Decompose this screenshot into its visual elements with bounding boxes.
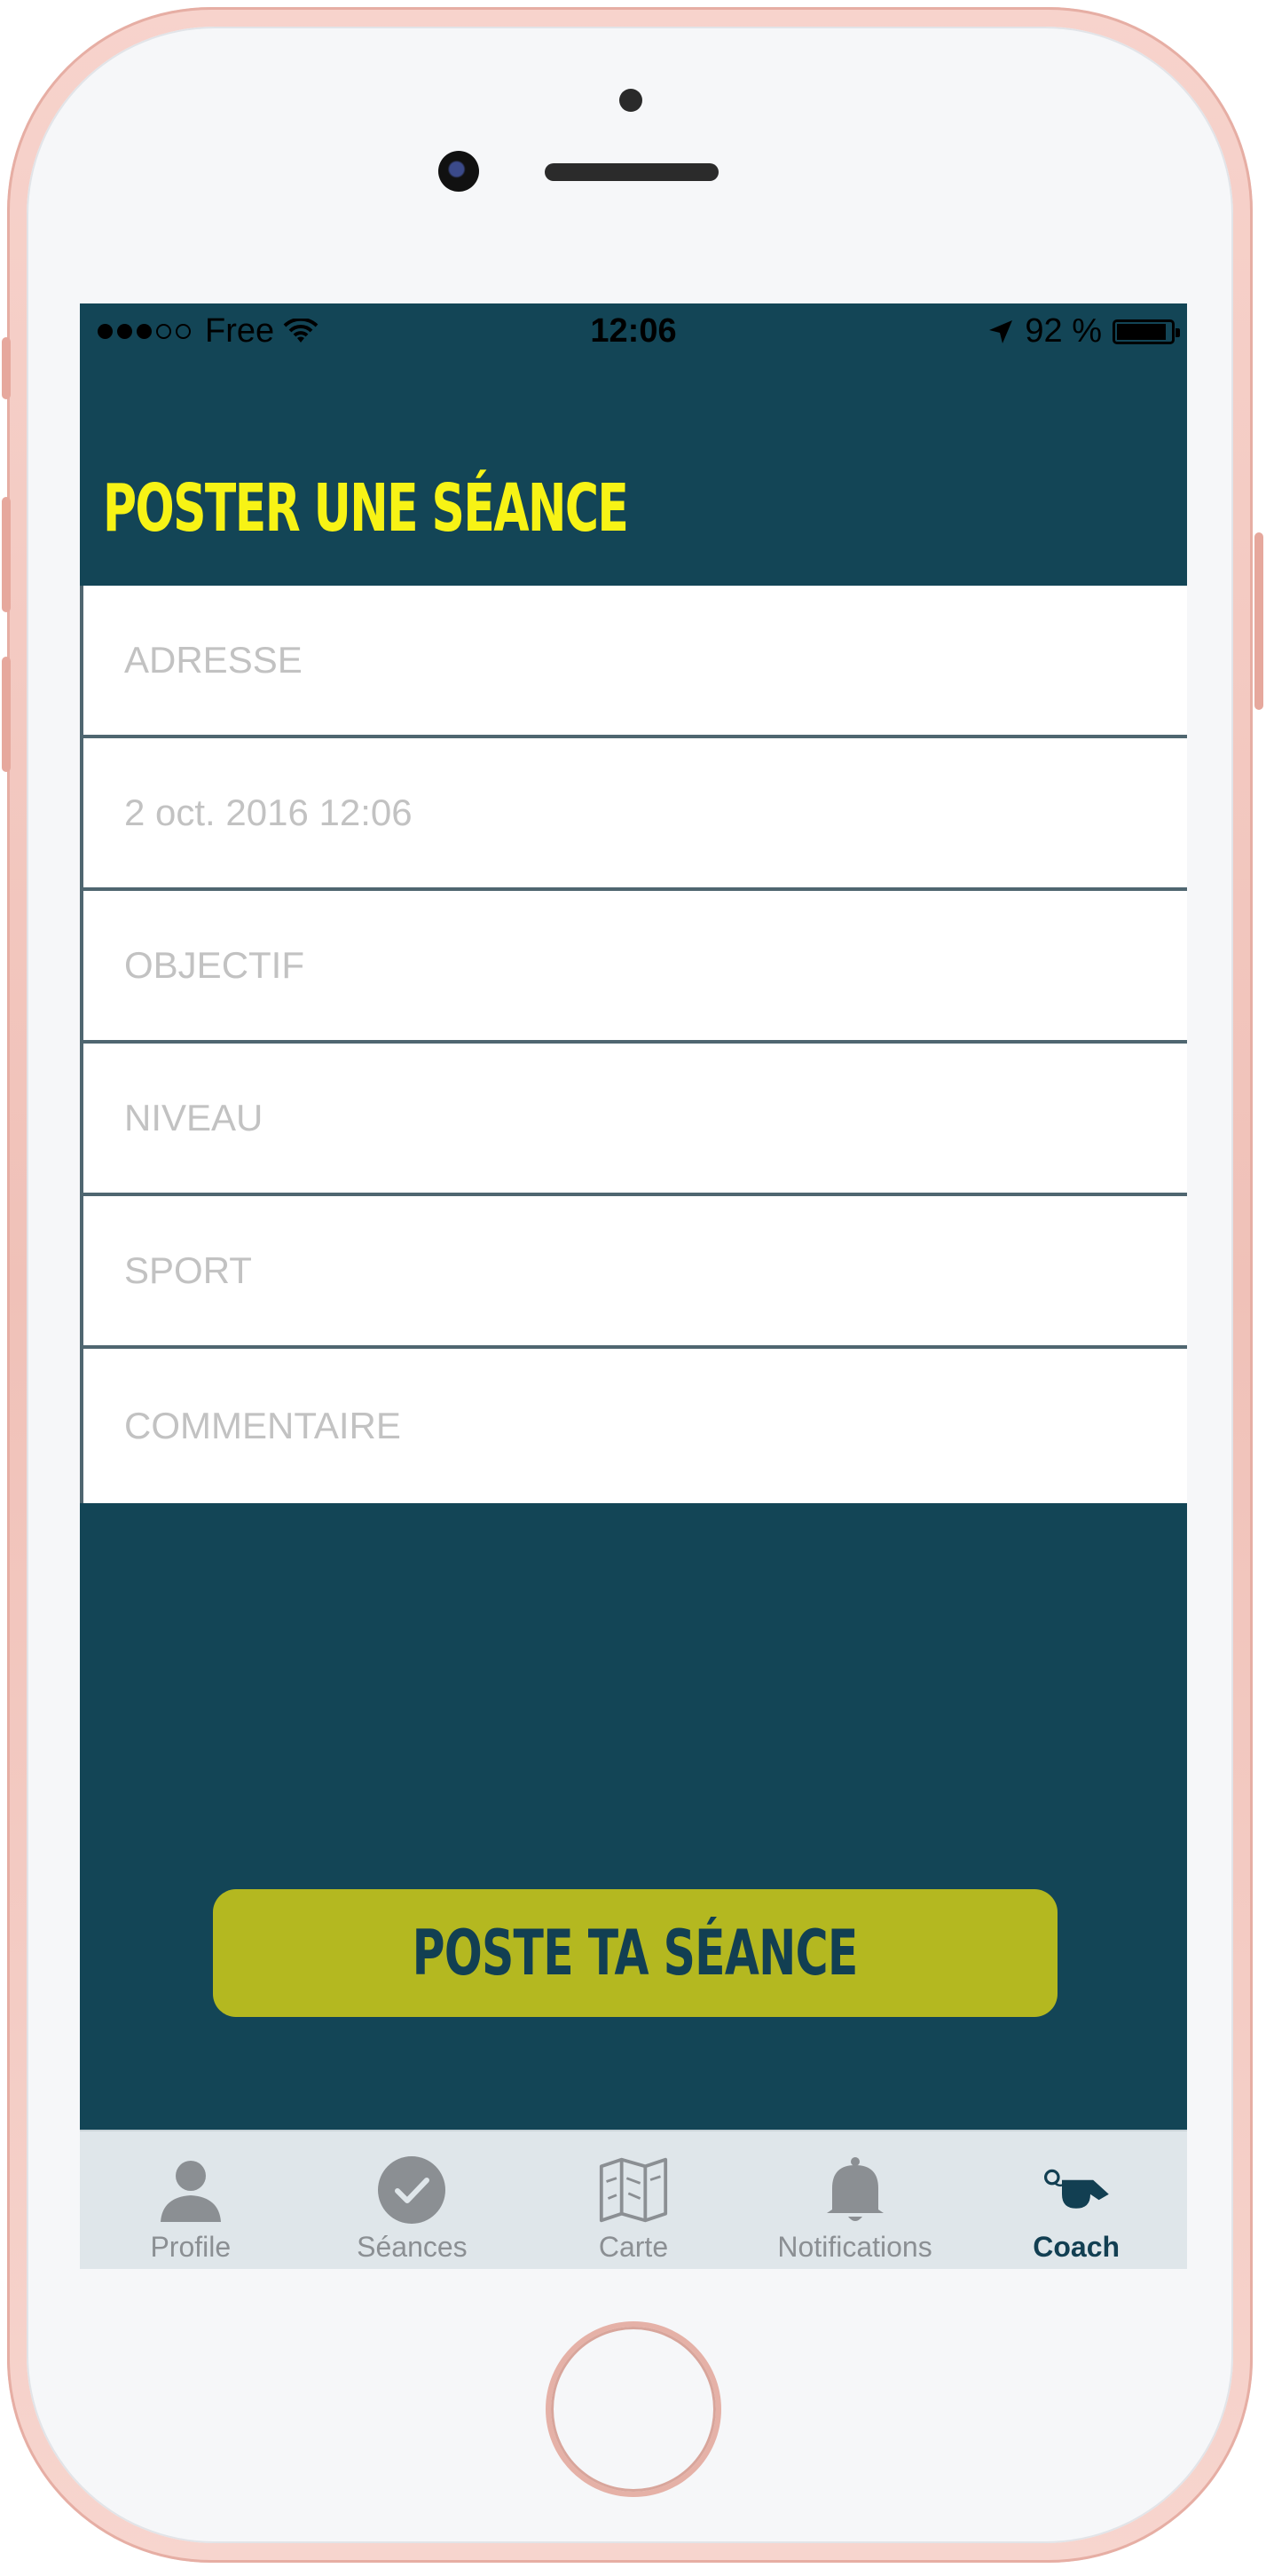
tab-notifications[interactable]: Notifications — [744, 2131, 966, 2269]
tab-carte[interactable]: Carte — [523, 2131, 744, 2269]
date-input[interactable] — [122, 791, 1187, 835]
sport-input[interactable] — [122, 1249, 1187, 1293]
tab-label-profile: Profile — [150, 2231, 232, 2263]
tab-seances[interactable]: Séances — [302, 2131, 523, 2269]
person-icon — [155, 2155, 226, 2225]
objective-field[interactable] — [80, 891, 1187, 1044]
objective-input[interactable] — [122, 943, 1187, 988]
address-input[interactable] — [122, 638, 1187, 682]
tab-label-seances: Séances — [357, 2231, 468, 2263]
post-session-button[interactable]: POSTE TA SÉANCE — [213, 1889, 1058, 2017]
check-circle-icon — [376, 2155, 447, 2225]
mute-switch — [2, 337, 11, 399]
date-field[interactable] — [80, 738, 1187, 891]
sport-field[interactable] — [80, 1196, 1187, 1349]
tab-coach[interactable]: Coach — [965, 2131, 1187, 2269]
comment-input[interactable] — [122, 1404, 1187, 1448]
battery-icon — [1113, 319, 1180, 344]
earpiece-speaker — [545, 163, 719, 181]
battery-percent: 92 % — [1025, 312, 1102, 350]
comment-field[interactable] — [80, 1349, 1187, 1503]
front-camera — [438, 151, 479, 192]
tab-label-carte: Carte — [598, 2231, 669, 2263]
tab-bar: Profile Séances Carte Notifications Coac… — [80, 2130, 1187, 2269]
post-session-label: POSTE TA SÉANCE — [412, 1917, 859, 1989]
power-button — [1254, 532, 1263, 710]
tab-label-coach: Coach — [1033, 2231, 1121, 2263]
level-input[interactable] — [122, 1096, 1187, 1140]
home-button[interactable] — [551, 2327, 716, 2492]
address-field[interactable] — [80, 586, 1187, 738]
page-title: POSTER UNE SÉANCE — [103, 470, 629, 547]
whistle-icon — [1041, 2155, 1112, 2225]
proximity-sensor — [619, 89, 642, 112]
session-form — [80, 586, 1187, 1503]
volume-up-button — [2, 497, 11, 612]
volume-down-button — [2, 657, 11, 772]
level-field[interactable] — [80, 1044, 1187, 1196]
app-screen: Free 12:06 92 % POSTER UNE SÉANCE ADRESS… — [80, 303, 1187, 2269]
tab-label-notifications: Notifications — [777, 2231, 932, 2263]
status-bar: Free 12:06 92 % — [80, 303, 1187, 366]
status-right: 92 % — [987, 312, 1180, 351]
map-icon — [598, 2155, 669, 2225]
location-arrow-icon — [989, 319, 1013, 343]
bell-icon — [820, 2155, 891, 2225]
tab-profile[interactable]: Profile — [80, 2131, 302, 2269]
